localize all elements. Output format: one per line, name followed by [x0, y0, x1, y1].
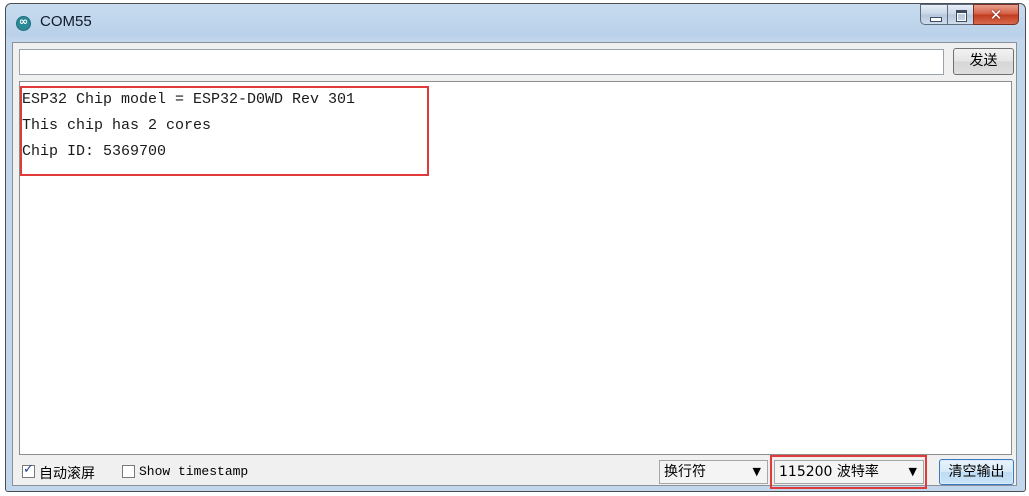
- send-input[interactable]: [19, 49, 944, 75]
- minimize-icon: [930, 17, 942, 22]
- serial-output[interactable]: ESP32 Chip model = ESP32-D0WD Rev 301 Th…: [19, 81, 1012, 455]
- close-button[interactable]: ✕: [973, 4, 1019, 25]
- clear-output-button[interactable]: 清空输出: [939, 459, 1014, 485]
- output-line: Chip ID: 5369700: [22, 143, 167, 160]
- close-icon: ✕: [989, 6, 1003, 24]
- window-title: COM55: [40, 13, 92, 30]
- timestamp-label: Show timestamp: [139, 464, 249, 479]
- bottom-toolbar: 自动滚屏 Show timestamp 换行符 ▼ 115200 波特率 ▼ 清…: [19, 455, 1014, 489]
- minimize-button[interactable]: [920, 4, 948, 25]
- autoscroll-label: 自动滚屏: [39, 466, 95, 482]
- baud-rate-value: 115200 波特率: [779, 464, 879, 480]
- send-button[interactable]: 发送: [953, 48, 1014, 75]
- chevron-down-icon: ▼: [752, 465, 761, 478]
- line-ending-select[interactable]: 换行符 ▼: [659, 460, 768, 484]
- baud-rate-select[interactable]: 115200 波特率 ▼: [774, 460, 924, 484]
- chevron-down-icon: ▼: [908, 465, 917, 478]
- timestamp-checkbox[interactable]: [122, 465, 135, 478]
- monitor-client-area: 发送 ESP32 Chip model = ESP32-D0WD Rev 301…: [12, 42, 1017, 489]
- maximize-button[interactable]: [947, 4, 974, 25]
- autoscroll-checkbox[interactable]: [22, 462, 35, 478]
- title-bar[interactable]: COM55 ✕: [6, 4, 1025, 41]
- output-line: ESP32 Chip model = ESP32-D0WD Rev 301: [22, 91, 356, 108]
- line-ending-value: 换行符: [664, 464, 706, 480]
- arduino-icon: [16, 15, 31, 31]
- maximize-icon: [956, 10, 967, 22]
- serial-monitor-window: COM55 ✕ 发送 ESP32 Chip model = ESP32-D0WD…: [5, 3, 1026, 492]
- output-line: This chip has 2 cores: [22, 117, 212, 134]
